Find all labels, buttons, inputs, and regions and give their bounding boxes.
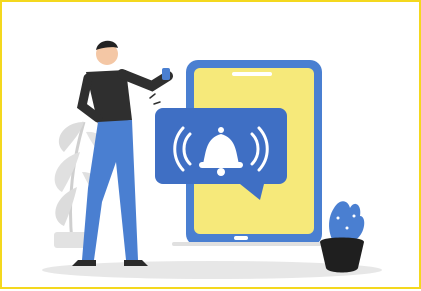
notification-illustration bbox=[42, 40, 382, 279]
cactus-illustration bbox=[320, 201, 365, 273]
illustration-frame bbox=[0, 0, 421, 289]
